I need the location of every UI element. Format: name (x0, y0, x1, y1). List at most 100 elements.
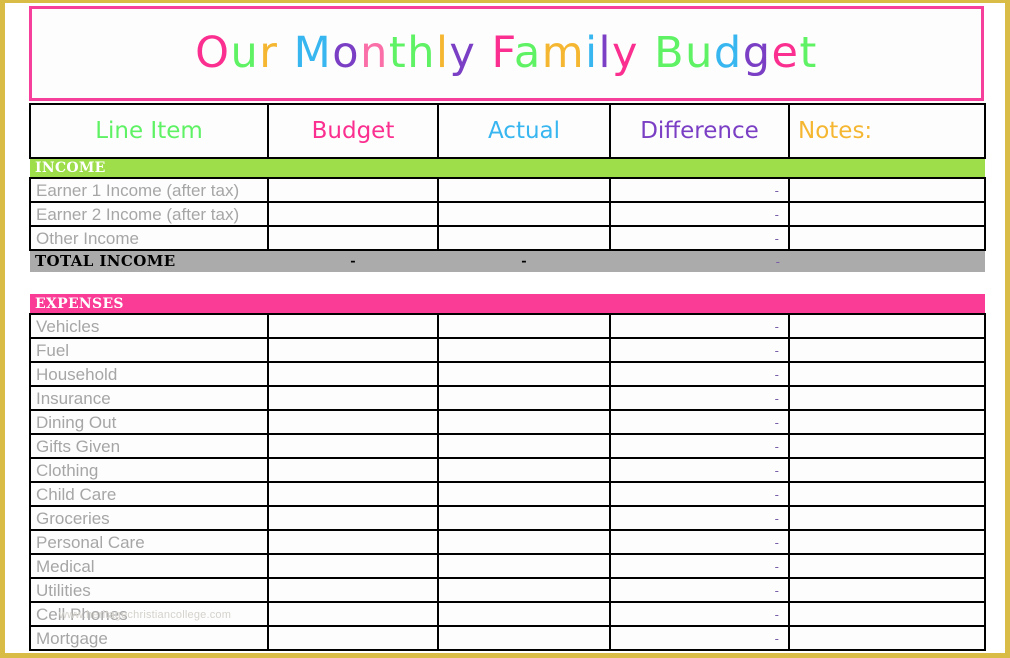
row-label-cell: Other Income (29, 225, 269, 251)
row-notes-cell[interactable] (788, 177, 986, 203)
row-notes-cell[interactable] (788, 577, 986, 603)
row-difference-cell: - (609, 553, 790, 579)
section-header-label: INCOME (30, 158, 985, 178)
row-notes-cell[interactable] (788, 601, 986, 627)
row-budget-cell[interactable] (267, 201, 439, 227)
row-actual-cell[interactable] (437, 337, 611, 363)
row-actual-cell[interactable] (437, 201, 611, 227)
row-notes-cell[interactable] (788, 625, 986, 651)
row-actual-cell[interactable] (437, 385, 611, 411)
row-budget-cell[interactable] (267, 577, 439, 603)
row-label-cell: Earner 1 Income (after tax) (29, 177, 269, 203)
row-budget-cell[interactable] (267, 505, 439, 531)
row-budget-cell[interactable] (267, 433, 439, 459)
row-budget-cell[interactable] (267, 337, 439, 363)
table-row: Clothing - (29, 457, 986, 483)
column-header-budget: Budget (267, 103, 439, 159)
row-difference-cell: - (609, 225, 790, 251)
row-budget-cell[interactable] (267, 385, 439, 411)
table-row: Groceries - (29, 505, 986, 531)
row-budget-cell[interactable] (267, 529, 439, 555)
table-row: Gifts Given - (29, 433, 986, 459)
row-label-cell: Cell Phones (29, 601, 269, 627)
row-actual-cell[interactable] (437, 409, 611, 435)
table-row: Child Care - (29, 481, 986, 507)
row-actual-cell[interactable] (437, 577, 611, 603)
row-budget-cell[interactable] (267, 409, 439, 435)
total-row-income: TOTAL INCOME - - - (30, 250, 985, 272)
row-actual-cell[interactable] (437, 457, 611, 483)
row-difference-cell: - (609, 385, 790, 411)
row-notes-cell[interactable] (788, 409, 986, 435)
row-notes-cell[interactable] (788, 225, 986, 251)
row-notes-cell[interactable] (788, 481, 986, 507)
row-budget-cell[interactable] (267, 553, 439, 579)
row-budget-cell[interactable] (267, 457, 439, 483)
row-notes-cell[interactable] (788, 433, 986, 459)
row-difference-cell: - (609, 529, 790, 555)
row-label-cell: Dining Out (29, 409, 269, 435)
column-header-line-item-label: Line Item (95, 117, 203, 144)
row-actual-cell[interactable] (437, 505, 611, 531)
row-notes-cell[interactable] (788, 337, 986, 363)
row-difference-cell: - (609, 177, 790, 203)
title-letter: l (435, 28, 450, 78)
row-budget-cell[interactable] (267, 225, 439, 251)
row-notes-cell[interactable] (788, 529, 986, 555)
total-difference-cell: - (610, 250, 789, 272)
row-notes-cell[interactable] (788, 457, 986, 483)
title-letter: o (332, 28, 361, 78)
row-budget-cell[interactable] (267, 361, 439, 387)
title-letter: h (407, 28, 436, 78)
row-label-cell: Fuel (29, 337, 269, 363)
row-actual-cell[interactable] (437, 225, 611, 251)
row-budget-cell[interactable] (267, 625, 439, 651)
title-letter: y (449, 28, 477, 78)
section-spacer (30, 272, 985, 294)
title-letter (278, 28, 293, 78)
row-notes-cell[interactable] (788, 313, 986, 339)
column-header-difference-label: Difference (640, 117, 759, 144)
total-actual-cell: - (438, 250, 610, 272)
row-budget-cell[interactable] (267, 313, 439, 339)
row-difference-cell: - (609, 601, 790, 627)
row-actual-cell[interactable] (437, 177, 611, 203)
budget-sheet: Our Monthly Family Budget Line Item Budg… (29, 6, 986, 651)
row-actual-cell[interactable] (437, 625, 611, 651)
row-budget-cell[interactable] (267, 481, 439, 507)
title-letter: O (195, 28, 231, 78)
title-letter: i (585, 28, 599, 78)
row-actual-cell[interactable] (437, 313, 611, 339)
row-budget-cell[interactable] (267, 177, 439, 203)
title-letter: n (360, 28, 389, 78)
title-letter: l (598, 28, 612, 78)
title-letter (476, 28, 491, 78)
column-header-actual-label: Actual (487, 117, 561, 144)
row-actual-cell[interactable] (437, 553, 611, 579)
table-row: Medical - (29, 553, 986, 579)
row-actual-cell[interactable] (437, 361, 611, 387)
row-difference-cell: - (609, 313, 790, 339)
row-notes-cell[interactable] (788, 385, 986, 411)
row-difference-cell: - (609, 577, 790, 603)
row-actual-cell[interactable] (437, 601, 611, 627)
budget-table: Line Item Budget Actual Difference Notes… (29, 103, 986, 651)
title-letter: y (612, 28, 639, 78)
row-actual-cell[interactable] (437, 481, 611, 507)
table-row: Insurance - (29, 385, 986, 411)
row-budget-cell[interactable] (267, 601, 439, 627)
row-notes-cell[interactable] (788, 361, 986, 387)
row-difference-cell: - (609, 201, 790, 227)
row-actual-cell[interactable] (437, 433, 611, 459)
row-label-cell: Household (29, 361, 269, 387)
row-difference-cell: - (609, 481, 790, 507)
total-budget-cell: - (268, 250, 438, 272)
row-notes-cell[interactable] (788, 553, 986, 579)
row-notes-cell[interactable] (788, 201, 986, 227)
table-row: Mortgage - (29, 625, 986, 651)
row-notes-cell[interactable] (788, 505, 986, 531)
title-letter: a (513, 28, 542, 78)
title-letter: F (491, 28, 514, 78)
row-actual-cell[interactable] (437, 529, 611, 555)
title-letter: M (293, 28, 333, 78)
